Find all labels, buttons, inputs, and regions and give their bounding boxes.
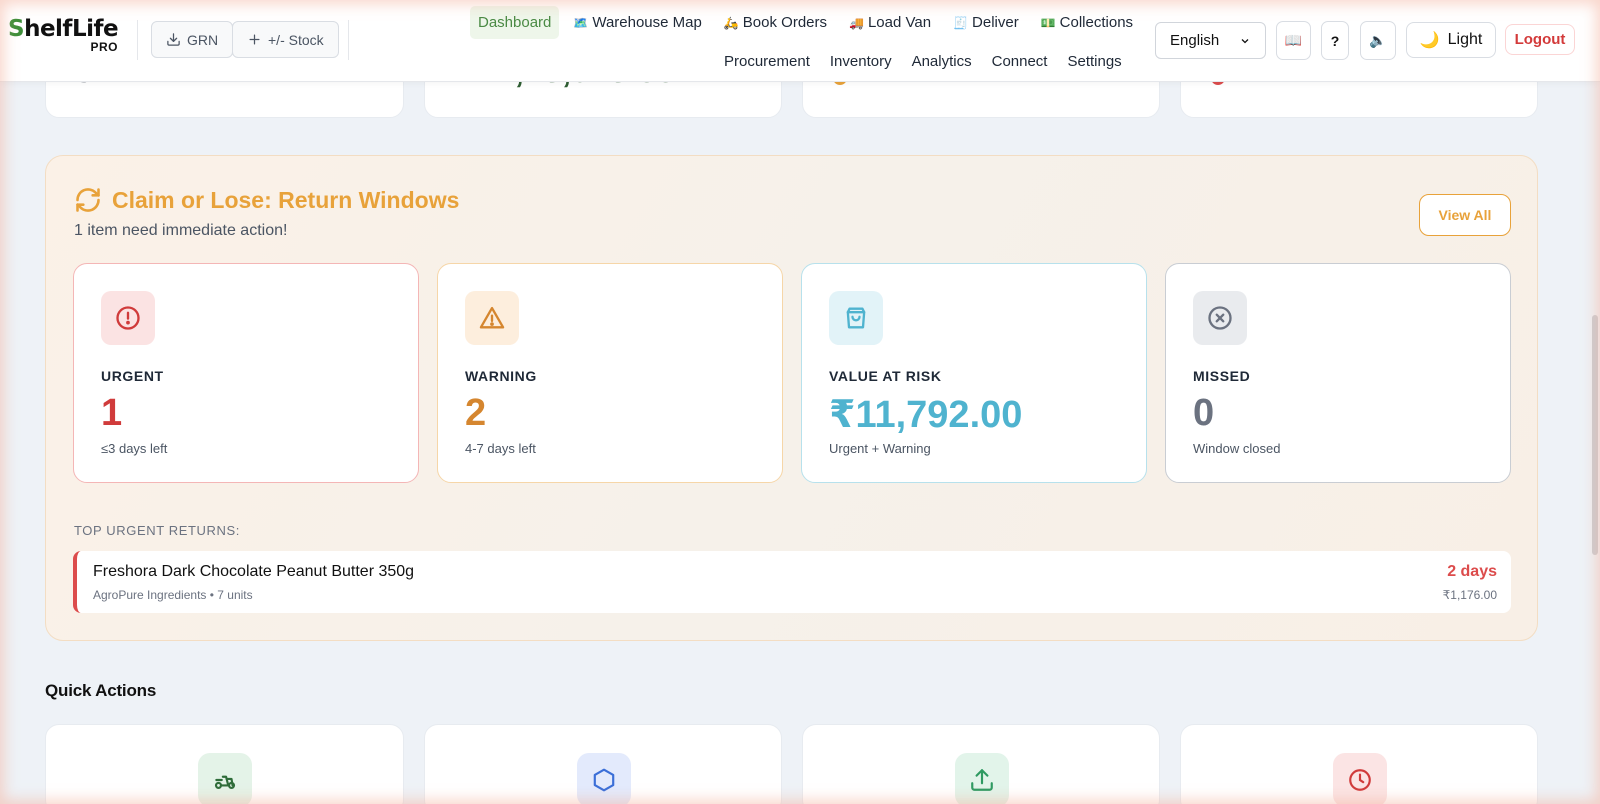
nav-collections[interactable]: 💵 Collections [1033,6,1141,39]
receipt-icon: 🧾 [953,16,969,30]
stock-adjust-button[interactable]: +/- Stock [232,21,339,58]
card-label: VALUE AT RISK [829,368,942,384]
quick-action-card[interactable] [45,724,404,804]
urgent-card[interactable]: URGENT 1 ≤3 days left [73,263,419,483]
value-at-risk-card[interactable]: VALUE AT RISK ₹11,792.00 Urgent + Warnin… [801,263,1147,483]
x-circle-icon [1193,291,1247,345]
grn-button[interactable]: GRN [151,21,234,58]
nav-deliver[interactable]: 🧾 Deliver [945,6,1027,39]
warning-card[interactable]: WARNING 2 4-7 days left [437,263,783,483]
app-header: ShelfLife PRO GRN +/- Stock Dashboard 🗺️… [0,0,1600,82]
nav-connect[interactable]: Connect [992,50,1048,73]
logo-text: helfLife [24,16,119,42]
help-icon: ? [1330,32,1340,49]
nav-inventory[interactable]: Inventory [830,50,892,73]
card-value: 0 [1193,392,1215,434]
nav-label: Book Orders [742,14,827,31]
divider [348,20,349,60]
download-icon [167,33,180,46]
nav-book-orders[interactable]: 🛵 Book Orders [716,6,835,39]
missed-card[interactable]: MISSED 0 Window closed [1165,263,1511,483]
divider [137,20,138,60]
panel-title: Claim or Lose: Return Windows [74,186,459,214]
hexagon-icon [577,753,631,804]
theme-label: Light [1447,31,1483,48]
panel-title-text: Claim or Lose: Return Windows [112,186,460,213]
card-label: URGENT [101,368,164,384]
nav-label: Warehouse Map [592,14,702,31]
nav-dashboard[interactable]: Dashboard [470,6,560,39]
plus-icon [249,34,260,45]
card-value: 2 [465,392,487,434]
stock-label: +/- Stock [268,31,324,48]
speaker-icon: 🔈 [1369,32,1387,48]
page-scrollbar[interactable] [1592,315,1598,555]
nav-label: Collections [1059,14,1134,31]
nav-label: Deliver [972,14,1019,31]
primary-nav: Dashboard 🗺️ Warehouse Map 🛵 Book Orders 🚚… [470,6,1141,39]
card-note: 4-7 days left [465,441,536,456]
shelflife-logo[interactable]: ShelfLife PRO [8,16,119,62]
days-left: 2 days [1447,563,1497,580]
nav-label: Load Van [867,14,932,31]
logo-sub: PRO [90,40,118,54]
sound-button[interactable]: 🔈 [1360,21,1396,60]
nav-settings[interactable]: Settings [1067,50,1121,73]
scooter-icon [198,753,252,804]
language-select[interactable]: English [1155,22,1266,59]
nav-warehouse-map[interactable]: 🗺️ Warehouse Map [565,6,709,39]
return-windows-panel: Claim or Lose: Return Windows 1 item nee… [45,155,1538,641]
alert-circle-icon [101,291,155,345]
quick-action-card[interactable] [424,724,782,804]
card-note: ≤3 days left [101,441,168,456]
product-name: Freshora Dark Chocolate Peanut Butter 35… [93,563,415,580]
secondary-nav: Procurement Inventory Analytics Connect … [724,50,1122,73]
nav-analytics[interactable]: Analytics [912,50,972,73]
top-urgent-heading: TOP URGENT RETURNS: [74,523,240,538]
card-value: ₹11,792.00 [829,394,1023,436]
quick-action-card[interactable] [802,724,1160,804]
panel-subtitle: 1 item need immediate action! [74,222,288,239]
warning-triangle-icon [465,291,519,345]
truck-icon: 🚚 [849,16,864,30]
card-value: 1 [101,392,123,434]
card-label: WARNING [465,368,537,384]
book-icon: 📖 [1284,32,1303,48]
quick-actions-title: Quick Actions [45,681,157,700]
help-button[interactable]: ? [1321,21,1349,60]
urgent-return-row[interactable]: Freshora Dark Chocolate Peanut Butter 35… [73,551,1511,613]
logo-s: S [8,16,25,42]
refresh-icon [76,188,100,212]
card-note: Window closed [1193,441,1281,456]
quick-action-card[interactable] [1180,724,1538,804]
shopping-bag-icon [829,291,883,345]
clock-icon [1333,753,1387,804]
map-icon: 🗺️ [573,16,589,30]
grn-label: GRN [187,31,219,48]
scooter-icon: 🛵 [723,16,739,30]
item-value: ₹1,176.00 [1442,588,1497,602]
card-label: MISSED [1193,368,1251,384]
card-note: Urgent + Warning [829,441,931,456]
nav-label: Dashboard [478,14,552,31]
language-value: English [1170,32,1220,49]
guide-button[interactable]: 📖 [1276,21,1311,60]
view-all-button[interactable]: View All [1419,194,1511,236]
money-icon: 💵 [1040,16,1056,30]
nav-load-van[interactable]: 🚚 Load Van [841,6,939,39]
logout-button[interactable]: Logout [1505,24,1575,55]
nav-procurement[interactable]: Procurement [724,50,810,73]
theme-toggle-button[interactable]: 🌙 Light [1406,22,1496,58]
upload-icon [955,753,1009,804]
chevron-down-icon [1241,38,1249,43]
moon-icon: 🌙 [1419,32,1440,49]
supplier-meta: AgroPure Ingredients • 7 units [93,588,253,602]
